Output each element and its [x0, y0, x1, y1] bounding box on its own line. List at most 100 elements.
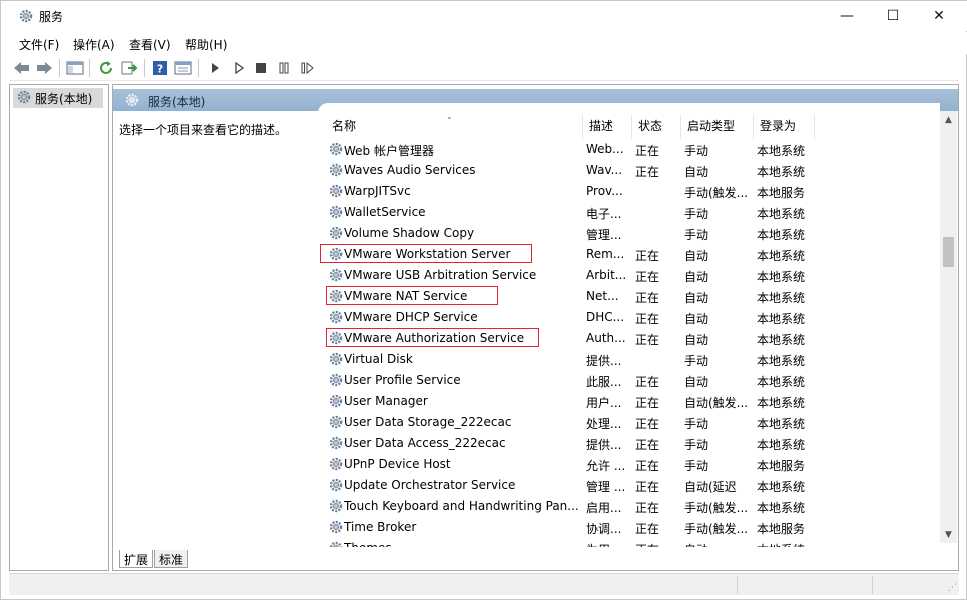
vertical-scrollbar[interactable]: ▲ ▼ — [940, 111, 957, 543]
service-status: 正在 — [635, 541, 659, 547]
export-list-icon[interactable] — [120, 59, 138, 77]
service-description: Net... — [586, 289, 619, 303]
service-description: Prov... — [586, 184, 623, 198]
service-row[interactable]: Web 帐户管理器 Web... 正在 手动 本地系统 — [318, 139, 940, 160]
service-description: 提供... — [586, 354, 622, 368]
service-description: 协调... — [586, 522, 622, 536]
service-row[interactable]: Volume Shadow Copy 管理... 手动 本地系统 — [318, 223, 940, 244]
service-startup-type: 手动 — [684, 228, 709, 242]
back-arrow-icon[interactable] — [13, 59, 31, 77]
service-row[interactable]: Time Broker 协调... 正在 手动(触发... 本地服务 — [318, 517, 940, 538]
service-row[interactable]: VMware DHCP Service DHC... 正在 自动 本地系统 — [318, 307, 940, 328]
stop-service-icon[interactable] — [252, 59, 270, 77]
service-status: 正在 — [635, 144, 660, 158]
service-gear-icon — [328, 456, 344, 475]
service-logon-as: 本地系统 — [757, 375, 806, 389]
service-logon-as: 本地系统 — [757, 207, 806, 221]
service-row[interactable]: User Data Storage_222ecac 处理... 正在 手动 本地系统 — [318, 412, 940, 433]
service-row[interactable]: User Profile Service 此服... 正在 自动 本地系统 — [318, 370, 940, 391]
service-status: 正在 — [635, 522, 660, 536]
highlight-box — [326, 328, 539, 347]
service-row[interactable]: Update Orchestrator Service 管理 ... 正在 自动(延迟… — [318, 475, 940, 496]
service-status: 正在 — [635, 459, 660, 473]
service-row[interactable]: VMware Authorization Service Auth... 正在 自动本… — [318, 328, 940, 349]
service-startup-type: 自动 — [684, 541, 756, 547]
service-row[interactable]: VMware NAT Service Net... 正在 自动 本地系统 — [318, 286, 940, 307]
service-name: User Profile Service — [344, 373, 461, 387]
start-service-icon[interactable] — [206, 59, 224, 77]
service-startup-type: 手动(触发... — [684, 522, 749, 536]
scroll-down-icon[interactable]: ▼ — [940, 526, 957, 543]
column-header-logon-as[interactable]: 登录为 — [760, 117, 796, 134]
title-bar: 服务 — ☐ ✕ — [9, 1, 967, 31]
tree-item-services-local[interactable]: 服务(本地) — [13, 88, 103, 108]
service-row[interactable]: Waves Audio Services Wav... 正在 自动 本地系统 — [318, 160, 940, 181]
resume-service-icon[interactable] — [299, 59, 317, 77]
service-description: 管理... — [586, 228, 622, 242]
service-status: 正在 — [635, 417, 660, 431]
service-row[interactable]: Touch Keyboard and Handwriting Pan... 启用.… — [318, 496, 940, 517]
scroll-up-icon[interactable]: ▲ — [940, 111, 957, 128]
resize-grip-icon[interactable]: ⋰ — [948, 583, 957, 593]
service-status: 正在 — [635, 312, 660, 326]
service-row[interactable]: Themes 为用...正在 自动本地系统 — [318, 538, 940, 547]
menu-action[interactable]: 操作(A) — [73, 36, 115, 53]
service-row[interactable]: Virtual Disk 提供... 手动 本地系统 — [318, 349, 940, 370]
menu-help[interactable]: 帮助(H) — [185, 36, 227, 53]
service-description: 提供... — [586, 438, 622, 452]
service-row[interactable]: WalletService 电子... 手动 本地系统 — [318, 202, 940, 223]
column-headers: ⌄ 名称 描述 状态 启动类型 登录为 — [318, 105, 940, 139]
menu-view[interactable]: 查看(V) — [129, 36, 171, 53]
maximize-button[interactable]: ☐ — [870, 1, 916, 31]
service-gear-icon — [328, 540, 344, 547]
start-service-alt-icon[interactable] — [230, 59, 248, 77]
service-description: Wav... — [586, 163, 623, 177]
menu-file[interactable]: 文件(F) — [19, 36, 59, 53]
minimize-button[interactable]: — — [824, 1, 870, 31]
service-row[interactable]: WarpJITSvc Prov... 手动(触发... 本地服务 — [318, 181, 940, 202]
service-row[interactable]: UPnP Device Host 允许 ... 正在 手动 本地服务 — [318, 454, 940, 475]
properties-icon[interactable] — [174, 59, 192, 77]
service-name: User Manager — [344, 394, 428, 408]
service-startup-type: 手动 — [684, 144, 709, 158]
service-status: 正在 — [635, 249, 660, 263]
service-row[interactable]: VMware USB Arbitration Service Arbit... 正在… — [318, 265, 940, 286]
services-gear-icon — [124, 92, 140, 111]
service-row[interactable]: User Manager 用户... 正在 自动(触发... 本地系统 — [318, 391, 940, 412]
service-gear-icon — [328, 519, 344, 538]
help-icon[interactable]: ? — [151, 59, 169, 77]
column-header-status[interactable]: 状态 — [638, 117, 662, 134]
service-gear-icon — [328, 267, 344, 286]
service-startup-type: 手动 — [684, 207, 709, 221]
service-logon-as: 本地系统 — [757, 354, 806, 368]
tab-standard[interactable]: 标准 — [154, 550, 189, 568]
service-logon-as: 本地服务 — [757, 459, 806, 473]
service-name: WarpJITSvc — [344, 184, 411, 198]
service-name: Time Broker — [344, 520, 417, 534]
console-tree: 服务(本地) — [9, 84, 109, 571]
status-bar: ⋰ — [9, 573, 959, 595]
scrollbar-thumb[interactable] — [943, 237, 954, 267]
service-description: Rem... — [586, 247, 625, 261]
column-header-startup-type[interactable]: 启动类型 — [687, 117, 735, 134]
service-gear-icon — [328, 309, 344, 328]
service-logon-as: 本地服务 — [757, 522, 806, 536]
forward-arrow-icon[interactable] — [35, 59, 53, 77]
service-description: DHC... — [586, 310, 625, 324]
service-status: 正在 — [635, 438, 660, 452]
description-prompt: 选择一个项目来查看它的描述。 — [119, 123, 288, 137]
show-hide-console-tree-icon[interactable] — [66, 59, 84, 77]
service-startup-type: 手动 — [684, 459, 709, 473]
column-header-name[interactable]: 名称 — [332, 117, 356, 134]
service-row[interactable]: User Data Access_222ecac 提供... 正在 手动 本地系统 — [318, 433, 940, 454]
refresh-icon[interactable] — [97, 59, 115, 77]
column-header-description[interactable]: 描述 — [589, 117, 613, 134]
tab-extended[interactable]: 扩展 — [119, 550, 154, 568]
highlight-box — [320, 244, 532, 263]
pause-service-icon[interactable] — [275, 59, 293, 77]
close-button[interactable]: ✕ — [916, 1, 962, 31]
service-status: 正在 — [635, 270, 660, 284]
service-row[interactable]: VMware Workstation Server Rem... 正在 自动 本地系统 — [318, 244, 940, 265]
service-description: 用户... — [586, 396, 622, 410]
service-startup-type: 手动(触发... — [684, 501, 749, 515]
